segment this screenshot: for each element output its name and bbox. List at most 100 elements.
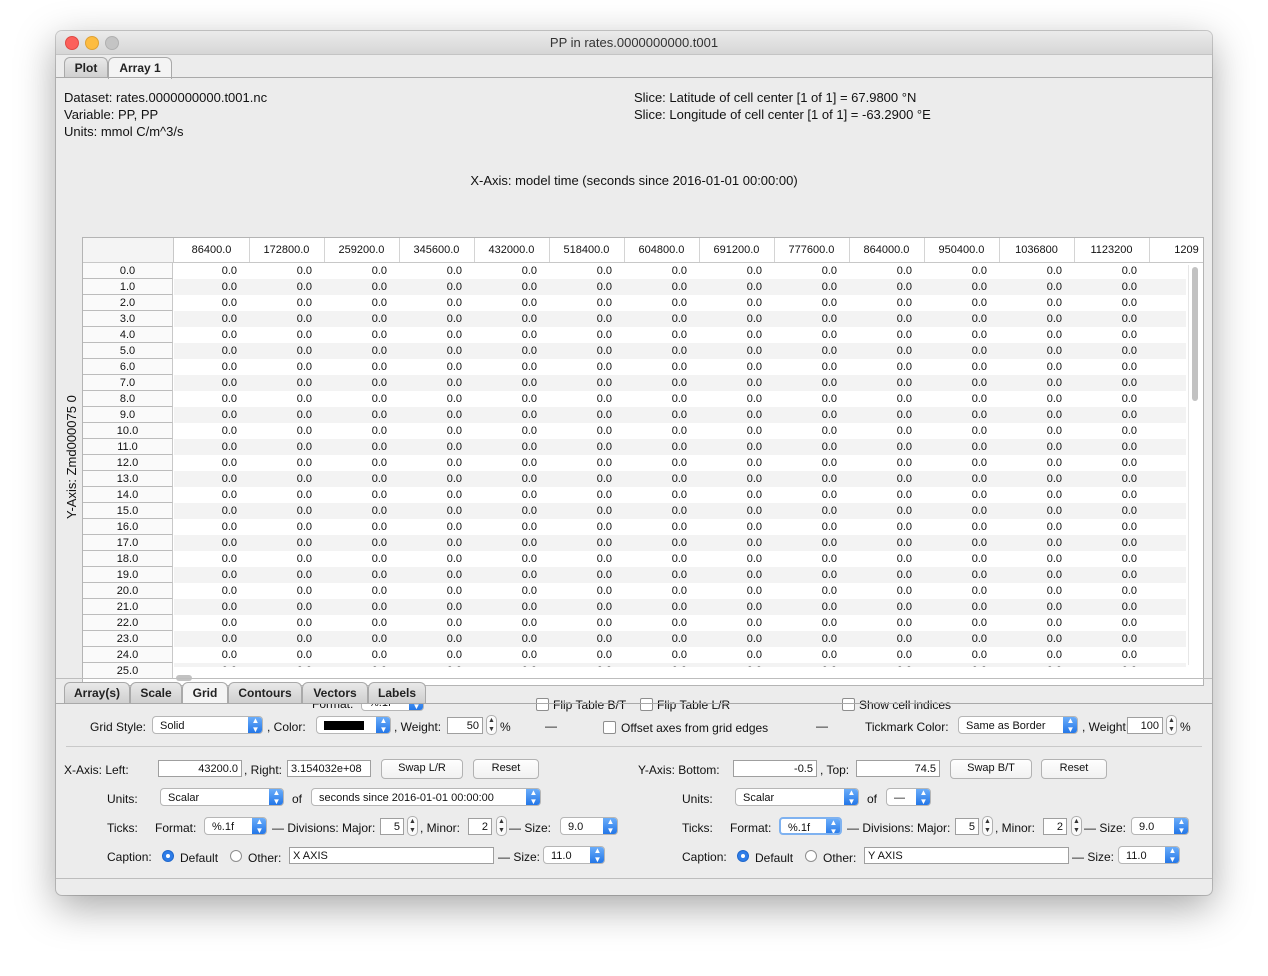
table-cell[interactable]: 0.0 (174, 263, 237, 279)
vertical-scroll-thumb[interactable] (1192, 267, 1198, 401)
table-cell[interactable]: 0.0 (849, 375, 912, 391)
table-cell[interactable]: 0.0 (849, 327, 912, 343)
table-cell[interactable]: 0.0 (1074, 647, 1137, 663)
table-cell[interactable]: 0.0 (999, 615, 1062, 631)
table-cell[interactable]: 0.0 (924, 391, 987, 407)
table-cell[interactable]: 0.0 (174, 455, 237, 471)
table-cell[interactable]: 0.0 (624, 487, 687, 503)
table-cell[interactable]: 0.0 (699, 599, 762, 615)
table-cell[interactable]: 0.0 (774, 455, 837, 471)
y-reset-button[interactable]: Reset (1041, 759, 1107, 779)
table-cell[interactable]: 0.0 (999, 583, 1062, 599)
row-header[interactable]: 5.0 (83, 343, 173, 359)
row-header[interactable]: 25.0 (83, 663, 173, 679)
table-cell[interactable]: 0.0 (399, 535, 462, 551)
table-cell[interactable]: 0.0 (1074, 487, 1137, 503)
table-cell[interactable]: 0.0 (699, 583, 762, 599)
table-cell[interactable]: 0.0 (624, 455, 687, 471)
y-major-input[interactable]: 5 (955, 818, 979, 835)
y-units-of-select[interactable]: — ▲ ▼ (886, 788, 931, 806)
table-cell[interactable]: 0.0 (924, 279, 987, 295)
table-cell[interactable]: 0.0 (849, 439, 912, 455)
table-cell[interactable]: 0.0 (999, 519, 1062, 535)
table-cell[interactable]: 0.0 (624, 327, 687, 343)
table-cell[interactable]: 0.0 (999, 535, 1062, 551)
table-body[interactable]: 0.0 0.0 0.0 0.0 0.0 0.0 0.0 0.0 0.0 0.0 0.0 0.0 0.0 0… (174, 263, 1186, 667)
table-cell[interactable]: 0.0 (1074, 311, 1137, 327)
x-units-select[interactable]: Scalar ▲ ▼ (160, 788, 284, 806)
table-cell[interactable]: 0.0 (549, 583, 612, 599)
table-cell[interactable]: 0.0 (1149, 599, 1186, 615)
table-cell[interactable]: 0.0 (774, 471, 837, 487)
table-cell[interactable]: 0.0 (999, 279, 1062, 295)
table-cell[interactable]: 0.0 (924, 503, 987, 519)
tab-arrays[interactable]: Array(s) (64, 682, 130, 703)
x-tick-size-select[interactable]: 9.0 ▲ ▼ (560, 817, 618, 835)
column-header[interactable]: 518400.0 (549, 238, 625, 262)
table-cell[interactable]: 0.0 (774, 423, 837, 439)
table-cell[interactable]: 0.0 (924, 439, 987, 455)
table-cell[interactable]: 0.0 (399, 455, 462, 471)
table-cell[interactable]: 0.0 (1149, 407, 1186, 423)
grid-weight-input[interactable]: 50 (447, 717, 483, 734)
tab-vectors[interactable]: Vectors (302, 682, 368, 703)
table-cell[interactable]: 0.0 (624, 503, 687, 519)
table-cell[interactable]: 0.0 (699, 551, 762, 567)
table-cell[interactable]: 0.0 (624, 295, 687, 311)
table-cell[interactable]: 0.0 (1074, 439, 1137, 455)
table-cell[interactable]: 0.0 (249, 263, 312, 279)
table-cell[interactable]: 0.0 (399, 327, 462, 343)
table-cell[interactable]: 0.0 (999, 503, 1062, 519)
table-cell[interactable]: 0.0 (624, 375, 687, 391)
table-cell[interactable]: 0.0 (474, 519, 537, 535)
table-cell[interactable]: 0.0 (774, 487, 837, 503)
table-cell[interactable]: 0.0 (249, 615, 312, 631)
table-cell[interactable]: 0.0 (174, 503, 237, 519)
table-cell[interactable]: 0.0 (1074, 535, 1137, 551)
table-cell[interactable]: 0.0 (699, 503, 762, 519)
table-cell[interactable]: 0.0 (474, 615, 537, 631)
column-header[interactable]: 432000.0 (474, 238, 550, 262)
table-cell[interactable]: 0.0 (1149, 583, 1186, 599)
table-cell[interactable]: 0.0 (324, 663, 387, 667)
table-cell[interactable]: 0.0 (774, 615, 837, 631)
table-cell[interactable]: 0.0 (699, 391, 762, 407)
table-cell[interactable]: 0.0 (324, 295, 387, 311)
table-cell[interactable]: 0.0 (999, 551, 1062, 567)
row-header[interactable]: 3.0 (83, 311, 173, 327)
table-cell[interactable]: 0.0 (549, 487, 612, 503)
table-cell[interactable]: 0.0 (324, 439, 387, 455)
table-cell[interactable]: 0.0 (399, 407, 462, 423)
table-cell[interactable]: 0.0 (699, 535, 762, 551)
x-minor-stepper[interactable]: ▲ ▼ (496, 816, 507, 836)
y-major-stepper[interactable]: ▲ ▼ (982, 816, 993, 836)
table-cell[interactable]: 0.0 (399, 647, 462, 663)
table-cell[interactable]: 0.0 (549, 279, 612, 295)
table-cell[interactable]: 0.0 (249, 631, 312, 647)
table-cell[interactable]: 0.0 (1149, 551, 1186, 567)
table-cell[interactable]: 0.0 (399, 599, 462, 615)
table-cell[interactable]: 0.0 (474, 471, 537, 487)
table-cell[interactable]: 0.0 (849, 663, 912, 667)
table-cell[interactable]: 0.0 (1149, 439, 1186, 455)
table-cell[interactable]: 0.0 (774, 599, 837, 615)
table-cell[interactable]: 0.0 (399, 663, 462, 667)
table-cell[interactable]: 0.0 (399, 551, 462, 567)
table-cell[interactable]: 0.0 (399, 375, 462, 391)
table-cell[interactable]: 0.0 (624, 583, 687, 599)
table-cell[interactable]: 0.0 (1074, 423, 1137, 439)
tab-grid[interactable]: Grid (182, 682, 228, 704)
table-cell[interactable]: 0.0 (699, 567, 762, 583)
table-cell[interactable]: 0.0 (849, 471, 912, 487)
table-cell[interactable]: 0.0 (474, 455, 537, 471)
table-cell[interactable]: 0.0 (474, 263, 537, 279)
table-cell[interactable]: 0.0 (924, 647, 987, 663)
table-cell[interactable]: 0.0 (924, 423, 987, 439)
table-cell[interactable]: 0.0 (474, 279, 537, 295)
table-cell[interactable]: 0.0 (549, 631, 612, 647)
table-cell[interactable]: 0.0 (999, 647, 1062, 663)
table-cell[interactable]: 0.0 (249, 583, 312, 599)
table-cell[interactable]: 0.0 (549, 311, 612, 327)
table-cell[interactable]: 0.0 (549, 327, 612, 343)
x-right-input[interactable]: 3.154032e+08 (287, 760, 371, 777)
